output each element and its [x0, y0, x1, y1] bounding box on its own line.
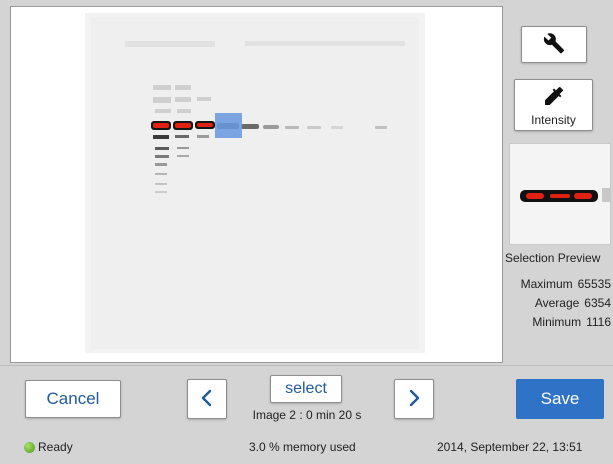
stat-label: Minimum [532, 314, 582, 329]
save-button[interactable]: Save [516, 379, 604, 419]
date-time: 2014, September 22, 13:51 [437, 440, 583, 454]
stat-value: 6354 [584, 295, 611, 310]
intensity-stats: Maximum 65535 Average 6354 Minimum 1116 [510, 274, 613, 331]
selection-preview [509, 143, 611, 245]
image-viewer[interactable] [10, 6, 503, 363]
memory-usage: 3.0 % memory used [249, 440, 356, 454]
stat-label: Average [534, 295, 580, 310]
stat-average: Average 6354 [510, 293, 613, 312]
next-image-button[interactable] [394, 379, 434, 419]
intensity-button[interactable]: Intensity [514, 79, 593, 131]
stat-minimum: Minimum 1116 [510, 312, 613, 331]
image-info: Image 2 : 0 min 20 s [252, 408, 362, 422]
wrench-icon [543, 32, 565, 57]
chevron-left-icon [200, 389, 214, 410]
status-bar: Ready 3.0 % memory used 2014, September … [0, 438, 613, 458]
preview-title: Selection Preview [505, 251, 601, 265]
select-button[interactable]: select [270, 375, 342, 403]
stat-value: 65535 [577, 276, 611, 291]
previous-image-button[interactable] [187, 379, 227, 419]
intensity-label: Intensity [531, 112, 576, 127]
cancel-button[interactable]: Cancel [25, 380, 121, 418]
settings-button[interactable] [521, 26, 587, 63]
blot-graphic [85, 13, 425, 353]
chevron-right-icon [407, 389, 421, 410]
blot-image[interactable] [85, 13, 425, 353]
stat-label: Maximum [520, 276, 573, 291]
stat-value: 1116 [586, 314, 611, 329]
eyedropper-icon [542, 84, 566, 111]
stat-maximum: Maximum 65535 [510, 274, 613, 293]
divider [0, 365, 613, 366]
preview-graphic [510, 144, 610, 244]
selection-box[interactable] [215, 113, 242, 138]
status-text: Ready [38, 440, 73, 454]
ready-indicator-icon [24, 442, 35, 453]
